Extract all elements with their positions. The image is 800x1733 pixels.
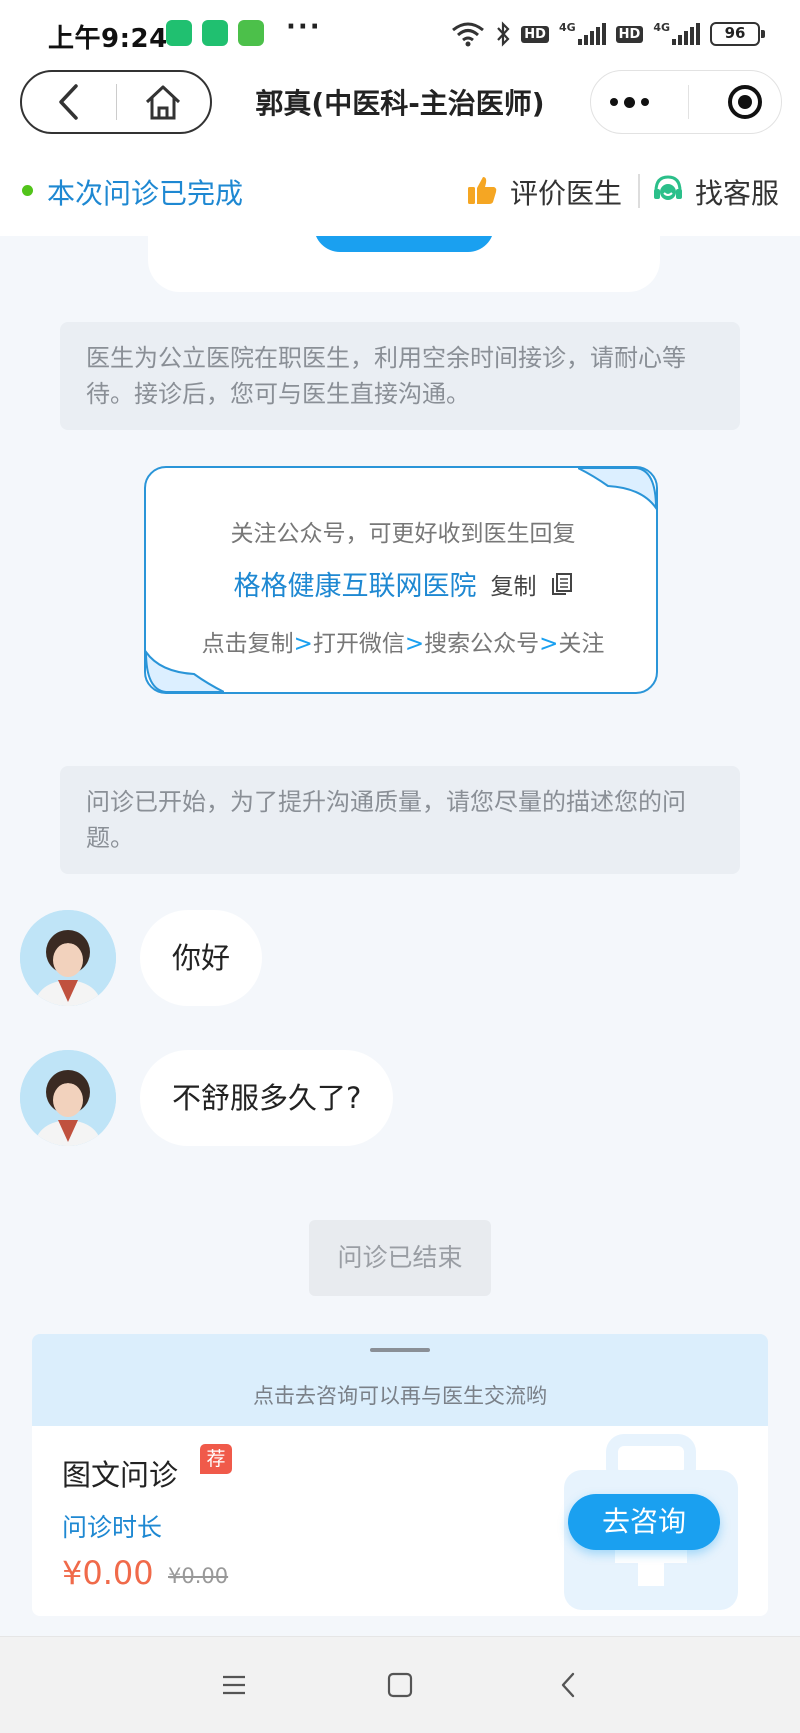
chevron-left-icon — [561, 1672, 575, 1698]
consult-status-bar: 本次问诊已完成 评价医生 找客服 — [0, 144, 800, 236]
home-button[interactable] — [117, 72, 211, 132]
wifi-icon — [452, 22, 485, 47]
sheet-hint: 点击去咨询可以再与医生交流哟 — [253, 1384, 547, 1408]
network-type: 4G — [653, 20, 670, 34]
step-text: 点击复制 — [201, 631, 294, 657]
price: ¥0.00 — [62, 1554, 154, 1592]
rate-doctor-button[interactable]: 评价医生 — [510, 172, 622, 212]
doctor-message-bubble: 你好 — [140, 910, 263, 1006]
copy-button[interactable]: 复制 — [491, 567, 537, 601]
signal-icon — [577, 23, 606, 45]
page-title: 郭真(中医科-主治医师) — [255, 87, 545, 120]
menu-icon — [223, 1675, 245, 1695]
account-row: 格格健康互联网医院 复制 — [146, 564, 660, 603]
nav-capsule — [20, 70, 212, 134]
service-card: 图文问诊 荐 问诊时长 ¥0.00 ¥0.00 去咨询 — [32, 1426, 768, 1616]
home-nav-button[interactable] — [382, 1667, 418, 1703]
customer-service-button[interactable]: 找客服 — [695, 172, 779, 212]
consult-button[interactable]: 去咨询 — [568, 1494, 720, 1550]
signal-icon — [672, 23, 700, 45]
service-title: 图文问诊 — [62, 1458, 179, 1492]
robot-app-icon — [238, 20, 264, 46]
status-icons: HD 4G HD 4G 96 — [451, 18, 765, 50]
system-notice: 医生为公立医院在职医生，利用空余时间接诊，请耐心等待。接诊后，您可与医生直接沟通… — [60, 322, 740, 430]
capsule-divider — [687, 85, 689, 119]
home-icon — [146, 85, 181, 120]
bottom-sheet-header[interactable]: 点击去咨询可以再与医生交流哟 — [32, 1334, 768, 1426]
drag-handle[interactable] — [370, 1348, 430, 1352]
doctor-portrait — [20, 910, 116, 1006]
step-text: 打开微信 — [312, 631, 405, 657]
copy-icon[interactable] — [551, 572, 573, 596]
consult-status: 本次问诊已完成 — [47, 177, 244, 210]
chevron-left-icon — [59, 84, 78, 120]
doctor-portrait — [20, 1050, 116, 1146]
thumbs-up-icon — [468, 177, 497, 204]
doctor-avatar[interactable] — [20, 1050, 116, 1146]
bluetooth-icon — [497, 21, 510, 47]
doctor-avatar[interactable] — [20, 910, 116, 1006]
step-arrow: > — [293, 631, 313, 657]
network-type: 4G — [558, 20, 576, 34]
official-account-name: 格格健康互联网医院 — [233, 571, 477, 602]
step-arrow: > — [539, 631, 559, 657]
step-text: 关注 — [558, 631, 605, 657]
square-icon — [387, 1672, 413, 1698]
back-button[interactable] — [22, 72, 116, 132]
more-notifications-icon: ··· — [286, 12, 322, 42]
divider — [638, 174, 640, 208]
capsule-menu — [590, 70, 782, 134]
clock: 上午9:24 — [48, 24, 168, 54]
more-menu-button[interactable] — [610, 96, 650, 108]
battery-icon: 96 — [710, 22, 765, 46]
back-nav-button[interactable] — [550, 1667, 586, 1703]
original-price: ¥0.00 — [168, 1564, 229, 1588]
follow-prompt: 关注公众号，可更好收到医生回复 — [230, 521, 576, 547]
duration-link[interactable]: 问诊时长 — [62, 1508, 162, 1544]
menu-button[interactable] — [216, 1667, 252, 1703]
follow-official-account-card: 关注公众号，可更好收到医生回复 格格健康互联网医院 复制 点击复制>打开微信>搜… — [144, 466, 658, 694]
doctor-message-bubble: 不舒服多久了? — [140, 1050, 394, 1146]
shield-app-icon — [166, 20, 192, 46]
recommended-badge: 荐 — [200, 1444, 232, 1474]
system-navigation-bar — [0, 1636, 800, 1733]
customer-service-icon — [654, 175, 682, 200]
step-arrow: > — [404, 631, 425, 657]
system-notice: 问诊已开始，为了提升沟通质量，请您尽量的描述您的问题。 — [60, 766, 740, 874]
step-text: 搜索公众号 — [424, 631, 540, 657]
hd-badge: HD — [615, 25, 644, 43]
page-fold-decoration — [578, 467, 658, 510]
close-mini-program-button[interactable] — [727, 85, 762, 119]
hd-badge: HD — [521, 25, 549, 43]
shield-app-icon — [202, 20, 228, 46]
consult-ended-label: 问诊已结束 — [309, 1220, 491, 1296]
status-indicator-dot — [22, 185, 33, 196]
mini-program-navbar: 郭真(中医科-主治医师) — [0, 60, 800, 144]
follow-steps: 点击复制>打开微信>搜索公众号>关注 — [146, 624, 660, 658]
